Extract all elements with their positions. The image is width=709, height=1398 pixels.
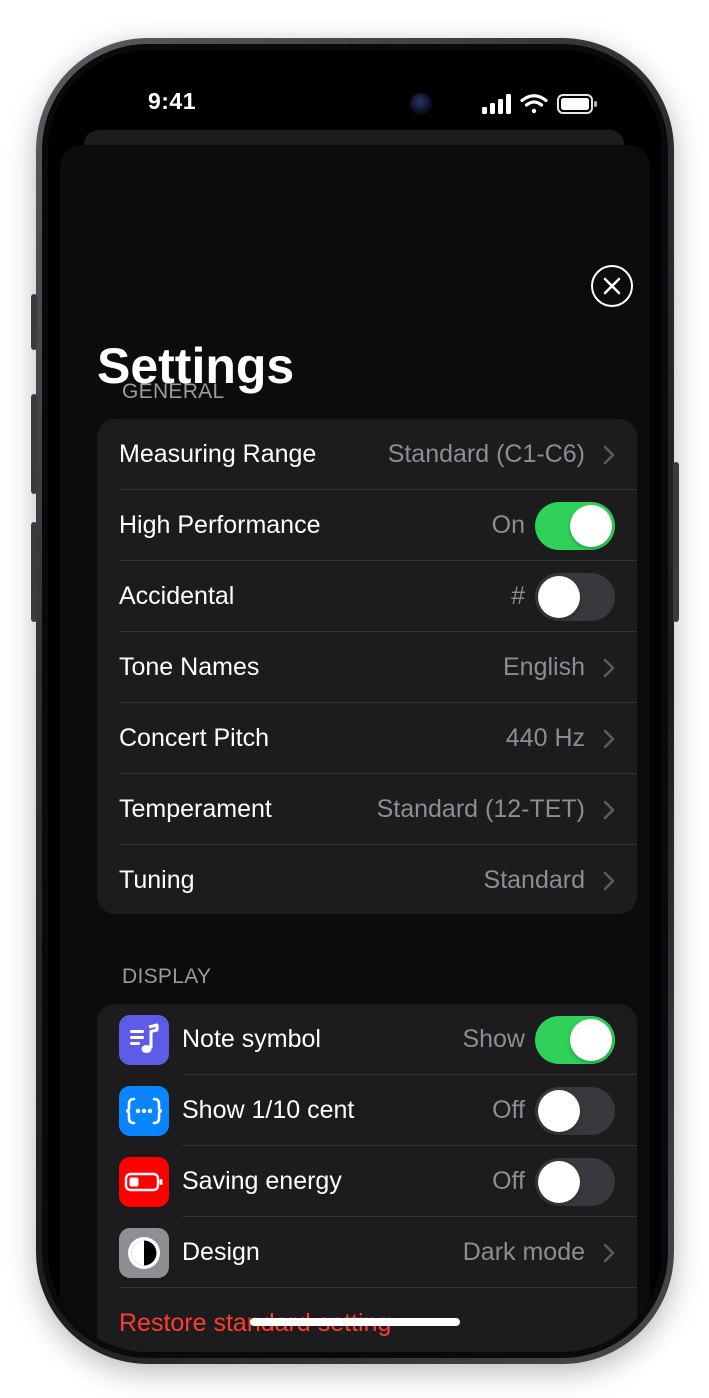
row-value: #	[511, 582, 525, 610]
low-battery-icon	[119, 1157, 169, 1207]
row-value: Off	[492, 1167, 525, 1195]
row-measuring-range[interactable]: Measuring Range Standard (C1-C6)	[97, 419, 637, 490]
row-value: Standard (C1-C6)	[387, 440, 585, 468]
row-value: Standard	[483, 866, 585, 894]
section-label-display: DISPLAY	[122, 965, 212, 988]
row-label: Temperament	[119, 795, 272, 823]
volume-up-button	[31, 394, 37, 494]
row-show-tenth-cent: Show 1/10 cent Off	[97, 1075, 637, 1146]
show-tenth-cent-toggle[interactable]	[535, 1087, 615, 1135]
home-indicator[interactable]	[250, 1318, 460, 1326]
chevron-right-icon	[603, 1243, 615, 1263]
section-label-general: GENERAL	[122, 380, 225, 403]
phone-screen: 9:41 Settings GENERAL Measuring Range St…	[48, 50, 662, 1352]
note-symbol-toggle[interactable]	[535, 1016, 615, 1064]
row-label: Accidental	[119, 582, 235, 610]
row-value: Dark mode	[462, 1238, 585, 1266]
status-icons	[482, 94, 597, 114]
row-concert-pitch[interactable]: Concert Pitch 440 Hz	[97, 703, 637, 774]
row-tone-names[interactable]: Tone Names English	[97, 632, 637, 703]
row-design[interactable]: Design Dark mode	[97, 1217, 637, 1288]
row-label: Note symbol	[182, 1025, 321, 1053]
row-label: Show 1/10 cent	[182, 1096, 355, 1124]
toggle-knob	[538, 1090, 580, 1132]
power-button	[673, 462, 679, 622]
row-value: Show	[462, 1025, 525, 1053]
row-label: Tuning	[119, 866, 195, 894]
row-label: Design	[182, 1238, 260, 1266]
row-temperament[interactable]: Temperament Standard (12-TET)	[97, 774, 637, 845]
cellular-signal-icon	[482, 94, 511, 114]
toggle-knob	[538, 1161, 580, 1203]
toggle-knob	[570, 1019, 612, 1061]
row-saving-energy: Saving energy Off	[97, 1146, 637, 1217]
row-high-performance: High Performance On	[97, 490, 637, 561]
action-button	[31, 294, 37, 350]
accidental-toggle[interactable]	[535, 573, 615, 621]
row-value: Off	[492, 1096, 525, 1124]
row-label: Saving energy	[182, 1167, 342, 1195]
chevron-right-icon	[603, 445, 615, 465]
row-label: High Performance	[119, 511, 321, 539]
note-list-icon	[119, 1015, 169, 1065]
close-button[interactable]	[591, 265, 633, 307]
settings-sheet: Settings GENERAL Measuring Range Standar…	[60, 145, 650, 1352]
battery-icon	[557, 94, 597, 114]
saving-energy-toggle[interactable]	[535, 1158, 615, 1206]
half-circle-icon	[119, 1228, 169, 1278]
volume-down-button	[31, 522, 37, 622]
row-label: Tone Names	[119, 653, 260, 681]
chevron-right-icon	[603, 871, 615, 891]
toggle-knob	[538, 576, 580, 618]
row-value: English	[503, 653, 585, 681]
row-value: On	[491, 511, 525, 539]
row-value: Standard (12-TET)	[376, 795, 585, 823]
chevron-right-icon	[603, 800, 615, 820]
wifi-icon	[520, 94, 548, 114]
row-note-symbol: Note symbol Show	[97, 1004, 637, 1075]
chevron-right-icon	[603, 658, 615, 678]
row-tuning[interactable]: Tuning Standard	[97, 845, 637, 914]
close-icon	[603, 277, 621, 295]
row-label: Concert Pitch	[119, 724, 270, 752]
high-performance-toggle[interactable]	[535, 502, 615, 550]
display-settings-group: Note symbol Show Show 1/10 cent Off Savi…	[97, 1004, 637, 1352]
chevron-right-icon	[603, 729, 615, 749]
braces-dots-icon	[119, 1086, 169, 1136]
row-label: Measuring Range	[119, 440, 317, 468]
row-accidental: Accidental #	[97, 561, 637, 632]
row-value: 440 Hz	[505, 724, 585, 752]
toggle-knob	[570, 505, 612, 547]
front-camera	[410, 93, 432, 115]
status-time: 9:41	[147, 88, 197, 114]
general-settings-group: Measuring Range Standard (C1-C6) High Pe…	[97, 419, 637, 914]
